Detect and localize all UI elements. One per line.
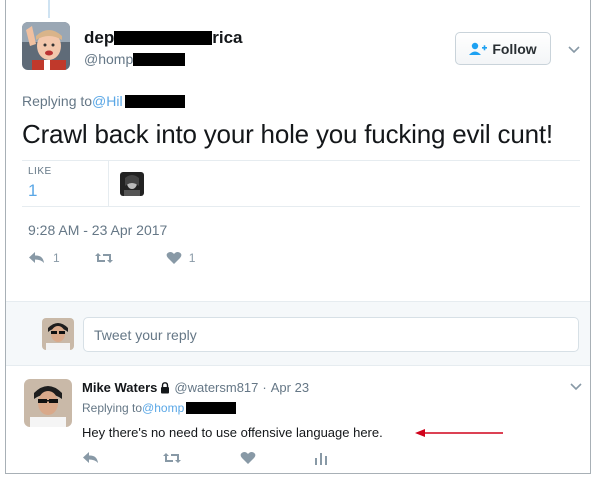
redaction-bar (114, 31, 213, 45)
author-handle[interactable]: @homp (84, 51, 186, 67)
reply-retweet-button[interactable] (162, 451, 182, 465)
reply-analytics-button[interactable] (314, 451, 328, 465)
tweet-text: Crawl back into your hole you fucking ev… (22, 119, 553, 149)
liker-avatar[interactable] (120, 172, 144, 196)
redaction-bar (124, 94, 185, 108)
chevron-down-icon (570, 383, 582, 391)
tweet-actions: 1 1 (28, 251, 195, 265)
follow-button[interactable]: Follow (455, 32, 551, 65)
tweet-reply-input[interactable]: Tweet your reply (83, 317, 579, 352)
lock-icon (161, 381, 170, 393)
reply-more-menu[interactable] (570, 378, 582, 396)
retweet-icon (94, 253, 113, 263)
likes-count[interactable]: 1 (28, 181, 37, 201)
tweet-more-menu[interactable] (568, 41, 580, 59)
reply-author-name[interactable]: Mike Waters (82, 380, 157, 395)
reply-text: Hey there's no need to use offensive lan… (82, 425, 383, 440)
author-handle-start: @homp (84, 51, 134, 67)
reply-author-avatar[interactable] (24, 379, 72, 427)
follow-label: Follow (492, 40, 537, 57)
reply-reply-button[interactable] (82, 451, 100, 465)
reply-actions (82, 451, 328, 465)
retweet-icon (163, 453, 181, 463)
replying-to: Replying to @Hil (22, 93, 185, 109)
heart-icon (166, 252, 182, 264)
author-avatar[interactable] (22, 22, 70, 70)
divider (22, 160, 580, 161)
reply-replying-to: Replying to @homp (82, 401, 237, 415)
redaction-bar (186, 402, 237, 414)
reply-author-handle[interactable]: @watersm817 (174, 380, 258, 395)
reply-header: Mike Waters @watersm817 · Apr 23 (82, 380, 309, 395)
replying-to-handle[interactable]: @Hil (92, 93, 123, 109)
like-count: 1 (188, 251, 196, 265)
like-button[interactable]: 1 (166, 251, 196, 265)
divider (22, 206, 580, 207)
reply-icon (29, 252, 44, 263)
retweet-button[interactable] (94, 251, 114, 265)
annotation-arrow (415, 426, 505, 444)
replying-to-prefix: Replying to (22, 93, 93, 109)
tweet-timestamp[interactable]: 9:28 AM - 23 Apr 2017 (28, 222, 167, 238)
redaction-bar (133, 52, 186, 66)
likes-label: LIKE (28, 166, 52, 177)
author-name-end: rica (212, 28, 243, 47)
author-name[interactable]: dep rica (84, 28, 242, 48)
reply-replying-handle[interactable]: @homp (142, 401, 184, 415)
heart-icon (240, 452, 256, 464)
current-user-avatar (42, 318, 74, 350)
chevron-down-icon (568, 46, 580, 54)
reply-count: 1 (53, 251, 60, 265)
reply-separator: · (262, 380, 267, 395)
reply-icon (83, 452, 98, 463)
reply-date[interactable]: Apr 23 (271, 380, 309, 395)
author-name-start: dep (84, 28, 115, 47)
reply-like-button[interactable] (240, 451, 256, 465)
reply-button[interactable]: 1 (28, 251, 60, 265)
analytics-icon (315, 453, 327, 465)
divider (108, 160, 109, 206)
add-user-icon (469, 42, 488, 55)
thread-connector-line (48, 0, 50, 18)
reply-replying-prefix: Replying to (82, 401, 143, 415)
